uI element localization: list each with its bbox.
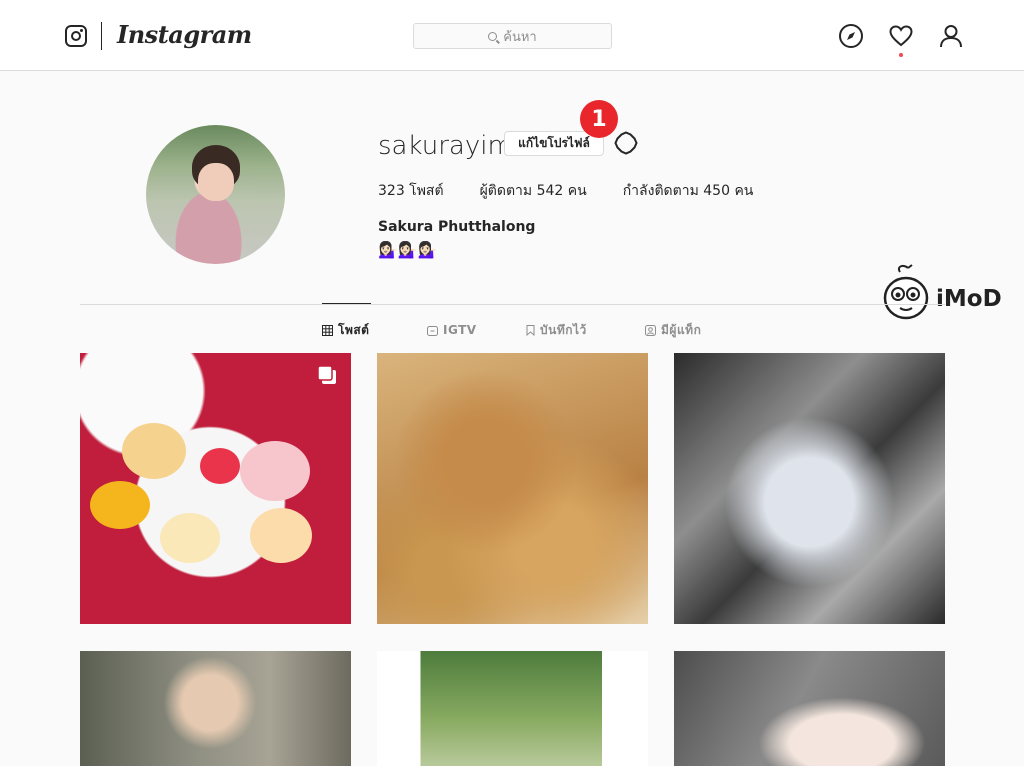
post-thumbnail[interactable] [80, 651, 351, 766]
search-input[interactable]: ค้นหา [413, 23, 612, 49]
tab-igtv[interactable]: IGTV [427, 322, 477, 338]
posts-count: 323 โพสต์ [378, 183, 444, 199]
top-nav: Instagram ค้นหา [0, 0, 1024, 71]
post-thumbnail[interactable] [377, 651, 648, 766]
post-image-detail [90, 481, 150, 529]
post-thumbnail[interactable] [377, 353, 648, 624]
imod-watermark-text: iMoD [936, 286, 1002, 312]
post-image-detail [240, 441, 310, 501]
profile-full-name: Sakura Phutthalong [378, 219, 536, 235]
instagram-glyph-icon[interactable] [65, 25, 87, 47]
search-placeholder: ค้นหา [503, 28, 537, 44]
followers-count[interactable]: ผู้ติดตาม 542 คน [480, 180, 587, 202]
tab-saved-label: บันทึกไว้ [540, 322, 587, 337]
following-count[interactable]: กำลังติดตาม 450 คน [623, 180, 754, 202]
tabs-divider [80, 304, 945, 305]
tab-saved[interactable]: บันทึกไว้ [526, 322, 587, 338]
tab-tagged-label: มีผู้แท็ก [661, 322, 702, 337]
post-image-detail [122, 423, 186, 479]
step-number-badge: 1 [580, 100, 618, 138]
tab-posts[interactable]: โพสต์ [322, 322, 369, 338]
avatar-face [198, 163, 234, 201]
profile-icon[interactable] [938, 23, 964, 49]
imod-logo-icon [883, 264, 929, 320]
igtv-icon [427, 325, 438, 336]
post-thumbnail[interactable] [80, 353, 351, 624]
logo-divider [101, 22, 102, 50]
heart-icon[interactable] [888, 23, 914, 49]
post-image-detail [160, 513, 220, 563]
tab-igtv-label: IGTV [443, 323, 477, 337]
profile-avatar[interactable] [146, 125, 285, 264]
profile-bio: 💁🏻‍♀️💁🏻‍♀️💁🏻‍♀️ [378, 242, 438, 259]
profile-stats: 323 โพสต์ ผู้ติดตาม 542 คน กำลังติดตาม 4… [378, 180, 789, 202]
gear-icon[interactable] [614, 131, 638, 155]
active-tab-indicator [322, 303, 371, 304]
compass-icon[interactable] [838, 23, 864, 49]
post-thumbnail[interactable] [674, 651, 945, 766]
search-icon [488, 31, 498, 41]
notification-dot [899, 53, 903, 57]
post-thumbnail[interactable] [674, 353, 945, 624]
bookmark-icon [526, 324, 535, 336]
instagram-wordmark[interactable]: Instagram [117, 20, 252, 49]
tab-posts-label: โพสต์ [338, 322, 370, 337]
profile-username: sakurayim [378, 131, 513, 161]
tab-tagged[interactable]: มีผู้แท็ก [645, 322, 701, 338]
post-image-detail [200, 448, 240, 484]
multiple-photos-icon [317, 365, 336, 384]
grid-icon [322, 324, 333, 336]
post-image-detail [250, 508, 312, 563]
tagged-icon [645, 324, 656, 336]
